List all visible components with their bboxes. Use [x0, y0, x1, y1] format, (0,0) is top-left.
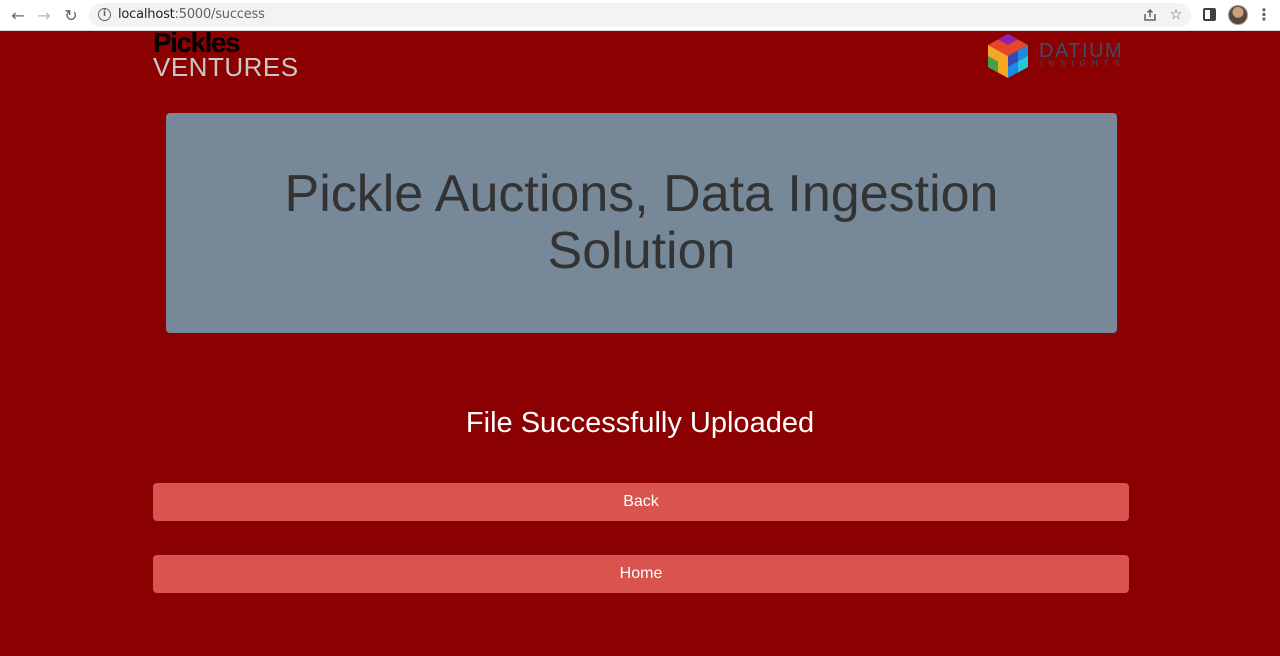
page-title: Pickle Auctions, Data Ingestion Solution — [284, 165, 999, 280]
kebab-menu-icon[interactable]: ⋮ — [1256, 6, 1272, 24]
ventures-logo-wordmark: VENTURES — [153, 52, 299, 82]
star-icon[interactable]: ☆ — [1167, 6, 1185, 24]
upload-status-message: File Successfully Uploaded — [465, 407, 815, 439]
insights-logo-wordmark: INSIGHTS — [1040, 59, 1126, 68]
profile-avatar[interactable] — [1228, 5, 1248, 25]
home-button[interactable]: Home — [153, 555, 1129, 593]
url-host: localhost — [118, 7, 175, 22]
share-icon[interactable] — [1141, 6, 1159, 24]
url-path: :5000/success — [174, 7, 265, 22]
datium-cube-icon — [988, 34, 1028, 78]
address-bar[interactable]: i localhost:5000/success ☆ — [89, 3, 1191, 27]
pickles-ventures-logo: Pickles VENTURES — [153, 28, 303, 82]
info-icon[interactable]: i — [98, 8, 111, 21]
forward-arrow-icon[interactable]: → — [32, 4, 56, 26]
title-banner: Pickle Auctions, Data Ingestion Solution — [166, 113, 1117, 333]
side-panel-icon[interactable] — [1203, 8, 1216, 21]
back-button[interactable]: Back — [153, 483, 1129, 521]
datium-insights-logo: DATIUM INSIGHTS — [984, 32, 1134, 80]
back-arrow-icon[interactable]: ← — [6, 4, 30, 26]
reload-icon[interactable]: ↻ — [59, 4, 83, 26]
url-text[interactable]: localhost:5000/success — [118, 7, 265, 22]
